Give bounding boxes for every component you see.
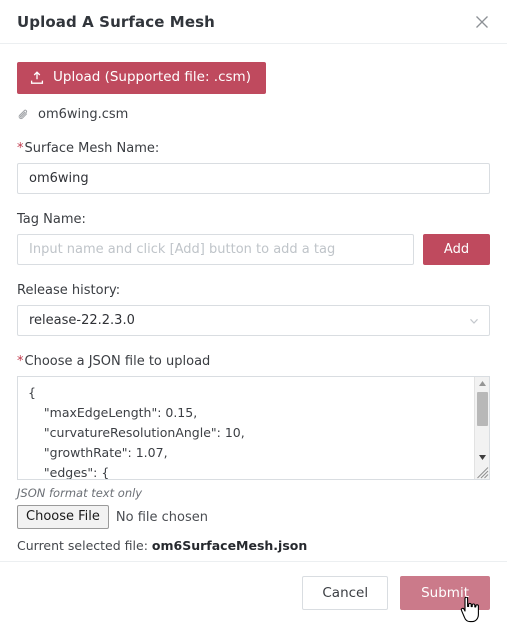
surface-mesh-name-label: *Surface Mesh Name: <box>17 141 490 156</box>
submit-button[interactable]: Submit <box>400 575 490 610</box>
resize-grip-icon[interactable] <box>475 464 489 479</box>
scroll-up-icon[interactable] <box>475 377 489 390</box>
json-textarea-wrap: { "maxEdgeLength": 0.15, "curvatureResol… <box>17 376 490 480</box>
current-selected-file-label: Current selected file: <box>17 538 148 554</box>
json-file-input-row: Choose File No file chosen <box>17 505 490 530</box>
scroll-down-icon[interactable] <box>475 451 489 464</box>
upload-icon <box>30 71 44 85</box>
current-selected-file: Current selected file: om6SurfaceMesh.js… <box>17 538 490 553</box>
dialog-title: Upload A Surface Mesh <box>17 12 215 31</box>
upload-button[interactable]: Upload (Supported file: .csm) <box>17 62 266 94</box>
release-history-label: Release history: <box>17 283 121 298</box>
tag-name-label: Tag Name: <box>17 212 86 227</box>
required-marker: * <box>17 141 24 156</box>
scrollbar-thumb[interactable] <box>477 392 488 426</box>
upload-surface-mesh-dialog: Upload A Surface Mesh Upload (Supported … <box>0 0 507 623</box>
release-history-value: release-22.2.3.0 <box>29 313 135 328</box>
close-icon[interactable] <box>471 11 493 33</box>
json-file-label: *Choose a JSON file to upload <box>17 354 490 369</box>
surface-mesh-name-input[interactable] <box>17 163 490 194</box>
release-history-select[interactable]: release-22.2.3.0 <box>17 305 490 336</box>
uploaded-file-name: om6wing.csm <box>38 107 129 122</box>
tag-name-row: Add <box>17 234 490 265</box>
json-file-label-text: Choose a JSON file to upload <box>24 354 211 369</box>
dialog-body: Upload (Supported file: .csm) om6wing.cs… <box>0 44 507 561</box>
release-history-select-wrap: release-22.2.3.0 <box>17 305 490 336</box>
choose-file-button[interactable]: Choose File <box>17 505 109 530</box>
required-marker: * <box>17 354 24 369</box>
surface-mesh-name-label-text: Surface Mesh Name: <box>24 141 160 156</box>
json-textarea-scrollbar[interactable] <box>474 377 489 479</box>
cancel-button[interactable]: Cancel <box>302 575 389 610</box>
scrollbar-track[interactable] <box>475 390 489 451</box>
uploaded-file-row: om6wing.csm <box>17 107 490 122</box>
json-format-hint: JSON format text only <box>17 486 143 500</box>
add-tag-button[interactable]: Add <box>423 234 490 265</box>
upload-button-label: Upload (Supported file: .csm) <box>53 69 251 86</box>
paperclip-icon <box>17 108 30 121</box>
current-selected-file-name: om6SurfaceMesh.json <box>151 538 308 554</box>
json-textarea[interactable]: { "maxEdgeLength": 0.15, "curvatureResol… <box>18 377 470 479</box>
tag-name-input[interactable] <box>17 234 414 265</box>
dialog-header: Upload A Surface Mesh <box>0 0 507 44</box>
no-file-chosen-label: No file chosen <box>115 509 208 525</box>
dialog-footer: Cancel Submit <box>0 561 507 623</box>
